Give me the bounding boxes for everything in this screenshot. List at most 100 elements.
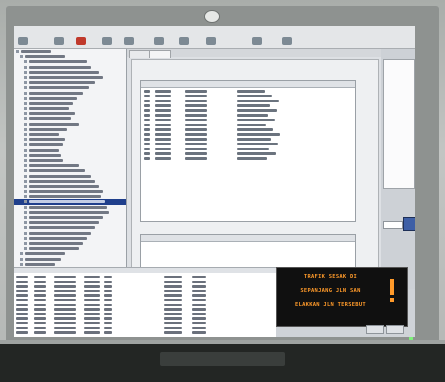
- grid-cell: [237, 138, 271, 141]
- log-cell: [104, 276, 112, 279]
- log-cell: [34, 299, 46, 302]
- toolbar-button-1[interactable]: [18, 28, 28, 46]
- log-cell: [104, 308, 112, 311]
- tree-node-label: [29, 216, 103, 219]
- tree-node-icon: [24, 60, 27, 64]
- toolbar-button-2[interactable]: [54, 28, 64, 46]
- log-cell: [192, 326, 206, 329]
- right-panel: [381, 49, 415, 289]
- log-cell: [164, 331, 182, 334]
- side-button[interactable]: [403, 217, 415, 231]
- log-cell: [192, 276, 206, 279]
- device-tree[interactable]: [14, 49, 127, 287]
- log-cell: [34, 303, 46, 306]
- tree-node-label: [29, 60, 87, 64]
- log-cell: [34, 285, 46, 288]
- tree-node-label: [29, 112, 75, 116]
- bottom-button-1[interactable]: [366, 325, 384, 334]
- log-cell: [16, 276, 28, 279]
- tree-node-icon: [24, 169, 27, 173]
- log-cell: [54, 312, 76, 316]
- vms-line-1: TRAFIK SESAK DI: [303, 274, 358, 280]
- tree-node-label: [29, 70, 99, 74]
- tree-node-label: [29, 75, 103, 79]
- log-cell: [54, 331, 76, 334]
- apple-logo-icon: [204, 10, 220, 23]
- log-cell: [34, 312, 46, 316]
- tree-node-icon: [24, 86, 27, 90]
- log-row[interactable]: [14, 330, 276, 335]
- toolbar-button-10[interactable]: [282, 28, 292, 46]
- log-cell: [104, 312, 112, 316]
- log-cell: [164, 326, 182, 329]
- log-cell: [164, 276, 182, 279]
- grid-cell: [144, 142, 150, 146]
- warning-icon: [390, 279, 394, 302]
- toolbar-button-6[interactable]: [154, 28, 164, 46]
- plan-steps-grid[interactable]: [140, 80, 356, 222]
- toolbar-button-5[interactable]: [124, 28, 134, 46]
- tree-node-icon: [20, 252, 23, 256]
- tree-node-label: [29, 164, 79, 168]
- log-cell: [54, 289, 76, 293]
- tree-node-icon: [24, 148, 27, 152]
- log-cell: [164, 294, 182, 297]
- toolbar-button-9[interactable]: [252, 28, 262, 46]
- tree-node-icon: [24, 226, 27, 230]
- grid-cell: [185, 157, 207, 160]
- tree-node-icon: [24, 236, 27, 240]
- grid-cell: [185, 152, 207, 155]
- tree-node-label: [29, 122, 79, 126]
- toolbar-button-7[interactable]: [179, 28, 189, 46]
- side-field[interactable]: [383, 221, 403, 229]
- log-cell: [104, 326, 112, 329]
- log-cell: [192, 280, 206, 283]
- log-cell: [54, 303, 76, 306]
- grid-cell: [155, 133, 171, 136]
- tab-2[interactable]: [149, 50, 171, 58]
- log-cell: [104, 285, 112, 288]
- log-cell: [104, 280, 112, 283]
- log-cell: [84, 322, 100, 325]
- tree-node-icon: [24, 179, 27, 183]
- log-cell: [84, 299, 100, 302]
- toolbar-button-4[interactable]: [102, 28, 112, 46]
- tree-node-icon: [24, 241, 27, 245]
- tree-node-label: [29, 236, 87, 240]
- grid-cell: [237, 118, 275, 122]
- log-cell: [16, 331, 28, 334]
- log-cell: [104, 322, 112, 325]
- grid-cell: [144, 90, 150, 93]
- log-cell: [16, 285, 28, 288]
- vms-sign-preview: TRAFIK SESAK DI SEPANJANG JLN SAN ELAKKA…: [276, 267, 408, 327]
- log-cell: [54, 276, 76, 279]
- log-cell: [54, 326, 76, 329]
- tree-node-icon: [24, 210, 27, 214]
- toolbar-icon: [154, 37, 164, 45]
- log-cell: [34, 308, 46, 311]
- log-cell: [164, 312, 182, 316]
- log-cell: [54, 280, 76, 283]
- grid-cell: [237, 94, 272, 98]
- log-cell: [84, 285, 100, 288]
- grid-cell: [237, 123, 266, 127]
- tree-node-label: [29, 127, 67, 131]
- log-cell: [84, 303, 100, 306]
- toolbar-button-3[interactable]: [76, 28, 86, 46]
- grid-header: [141, 81, 355, 88]
- log-cell: [54, 317, 76, 320]
- log-cell: [34, 331, 46, 334]
- vms-line-3: ELAKKAN JLN TERSEBUT: [295, 302, 366, 308]
- toolbar-icon: [76, 37, 86, 45]
- grid-cell: [155, 99, 171, 103]
- main-panel: [127, 49, 381, 296]
- tree-node-icon: [24, 117, 27, 121]
- log-cell: [84, 331, 100, 334]
- event-log-table[interactable]: [14, 273, 276, 337]
- log-cell: [164, 308, 182, 311]
- grid-cell: [144, 123, 150, 127]
- grid-row[interactable]: [141, 156, 355, 161]
- tree-node-label: [29, 81, 95, 85]
- toolbar-button-8[interactable]: [206, 28, 216, 46]
- bottom-button-2[interactable]: [386, 325, 404, 334]
